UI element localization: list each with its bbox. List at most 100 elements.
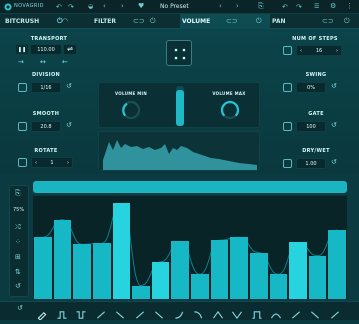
rotate-stepper[interactable]: ‹ 1 › — [31, 157, 73, 168]
undo-global-icon[interactable]: ↶ — [282, 3, 288, 11]
pause-button[interactable]: ❚❚ — [15, 44, 29, 55]
ramp-up-icon[interactable] — [290, 305, 302, 319]
step-bar-2[interactable] — [53, 219, 72, 299]
dice-randomize-button[interactable] — [166, 40, 192, 66]
sequencer-scrollbar[interactable] — [33, 181, 347, 193]
invert-icon[interactable]: ⇅ — [15, 268, 21, 276]
smooth-checkbox[interactable] — [18, 122, 27, 131]
division-reset-icon[interactable]: ↺ — [66, 82, 72, 90]
redo-global-icon[interactable]: ↷ — [296, 3, 302, 11]
smooth-field[interactable]: 20.8 — [31, 121, 61, 132]
num-steps-stepper[interactable]: ‹ 16 › — [296, 45, 342, 56]
undo-shape-icon[interactable]: ↺ — [17, 304, 23, 312]
drywet-field[interactable]: 1.00 — [296, 158, 326, 169]
direction-pingpong-icon[interactable]: ↔ — [40, 58, 46, 66]
step-bar-11[interactable] — [230, 237, 248, 299]
step-grid[interactable] — [33, 196, 347, 299]
direction-forward-icon[interactable]: → — [18, 58, 24, 66]
gate-checkbox[interactable] — [283, 122, 292, 131]
pan-power-icon[interactable]: ⏻ — [344, 17, 350, 26]
reset-icon[interactable]: ↺ — [15, 282, 21, 290]
direction-reverse-icon[interactable]: ← — [62, 58, 68, 66]
tempo-field[interactable]: 110.00 — [30, 44, 62, 55]
step-bar-3[interactable] — [73, 244, 91, 299]
volume-min-knob[interactable] — [121, 100, 141, 120]
save-icon[interactable]: ⎘ — [258, 2, 264, 11]
step-bar-6[interactable] — [132, 285, 150, 299]
ramp-down-icon[interactable] — [153, 305, 165, 319]
preset-name[interactable]: No Preset — [160, 3, 189, 10]
step-bar-1[interactable] — [34, 237, 52, 299]
square-wave-icon[interactable] — [56, 305, 68, 319]
ramp-up-icon[interactable] — [134, 305, 146, 319]
copy-icon[interactable]: ⎘ — [15, 189, 21, 198]
step-bar-14[interactable] — [289, 242, 307, 299]
zoom-level[interactable]: 75% — [13, 207, 24, 213]
step-bar-7[interactable] — [151, 261, 170, 299]
pan-link-icon[interactable]: ⊂⊃ — [322, 17, 334, 25]
square-wave-alt-icon[interactable] — [75, 305, 87, 319]
volume-link-icon[interactable]: ⊂⊃ — [226, 17, 238, 25]
swing-checkbox[interactable] — [283, 83, 292, 92]
triangle-icon[interactable] — [212, 305, 224, 319]
ramp-down-icon[interactable] — [309, 305, 321, 319]
num-steps-checkbox[interactable] — [283, 46, 292, 55]
rotate-decrement-icon[interactable]: ‹ — [35, 158, 37, 168]
swing-reset-icon[interactable]: ↺ — [331, 82, 337, 90]
curve-down-icon[interactable] — [192, 305, 204, 319]
compare-icon[interactable]: ◒ — [88, 3, 93, 10]
rotate-increment-icon[interactable]: › — [67, 158, 69, 168]
gate-reset-icon[interactable]: ↺ — [331, 121, 337, 129]
pulse-alt-icon[interactable] — [270, 305, 282, 319]
next-preset-icon[interactable]: › — [121, 2, 124, 10]
shuffle-icon[interactable]: ⤮ — [15, 223, 21, 232]
swing-field[interactable]: 0% — [296, 82, 326, 93]
step-bar-10[interactable] — [210, 240, 229, 299]
step-bar-8[interactable] — [171, 241, 189, 299]
gear-icon[interactable]: ⚙ — [330, 2, 336, 10]
curve-up-icon[interactable] — [173, 305, 185, 319]
volume-slider[interactable] — [176, 86, 184, 126]
sync-button[interactable]: ⇌ — [63, 44, 77, 55]
volume-max-knob[interactable] — [220, 100, 240, 120]
ramp-down-icon[interactable] — [114, 305, 126, 319]
step-bar-13[interactable] — [269, 274, 288, 299]
gate-field[interactable]: 100 — [296, 121, 326, 132]
redo-icon[interactable]: ↷ — [68, 3, 74, 11]
settings-icon[interactable]: ☰ — [314, 3, 319, 10]
division-select[interactable]: 1/16 — [31, 82, 61, 93]
smooth-reset-icon[interactable]: ↺ — [66, 121, 72, 129]
triangle-alt-icon[interactable] — [231, 305, 243, 320]
step-bar-5[interactable] — [112, 203, 131, 299]
grid-icon[interactable]: ⊞ — [15, 253, 21, 261]
filter-link-icon[interactable]: ⊂⊃ — [133, 17, 145, 25]
drywet-reset-icon[interactable]: ↺ — [331, 158, 337, 166]
drywet-checkbox[interactable] — [283, 159, 292, 168]
sequencer-toolbar: ⎘ 75% ⤮ ⁘ ⊞ ⇅ ↺ — [9, 185, 29, 297]
preset-next-arrow[interactable]: › — [236, 2, 239, 10]
pencil-icon[interactable] — [36, 305, 48, 321]
menu-icon[interactable]: ⋮ — [346, 2, 353, 10]
rotate-checkbox[interactable] — [18, 158, 27, 167]
division-sync-checkbox[interactable] — [18, 83, 27, 92]
step-bar-16[interactable] — [328, 230, 346, 299]
step-bar-12[interactable] — [249, 252, 268, 299]
ramp-up-icon[interactable] — [95, 305, 107, 319]
volume-power-icon[interactable]: ⏻ — [256, 17, 262, 26]
randomize-icon[interactable]: ⁘ — [15, 238, 21, 246]
prev-preset-icon[interactable]: ‹ — [103, 2, 106, 10]
filter-power-icon[interactable]: ⏻ — [150, 17, 156, 26]
step-bar-9[interactable] — [191, 274, 209, 299]
tab-bitcrush[interactable]: BITCRUSH ⏻ — [5, 14, 85, 29]
preset-prev-arrow[interactable]: ‹ — [219, 2, 222, 10]
undo-icon[interactable]: ↶ — [56, 3, 62, 11]
steps-decrement-icon[interactable]: ‹ — [300, 46, 302, 56]
pulse-icon[interactable] — [251, 305, 263, 319]
steps-increment-icon[interactable]: › — [336, 46, 338, 56]
bitcrush-knob-icon[interactable]: ◠ — [62, 17, 68, 25]
ramp-up-icon[interactable] — [329, 305, 341, 319]
step-bar-15[interactable] — [308, 255, 327, 299]
step-bar-4[interactable] — [92, 243, 111, 299]
heart-icon[interactable]: ♥ — [138, 2, 144, 10]
tab-pan[interactable]: PAN — [270, 14, 330, 29]
